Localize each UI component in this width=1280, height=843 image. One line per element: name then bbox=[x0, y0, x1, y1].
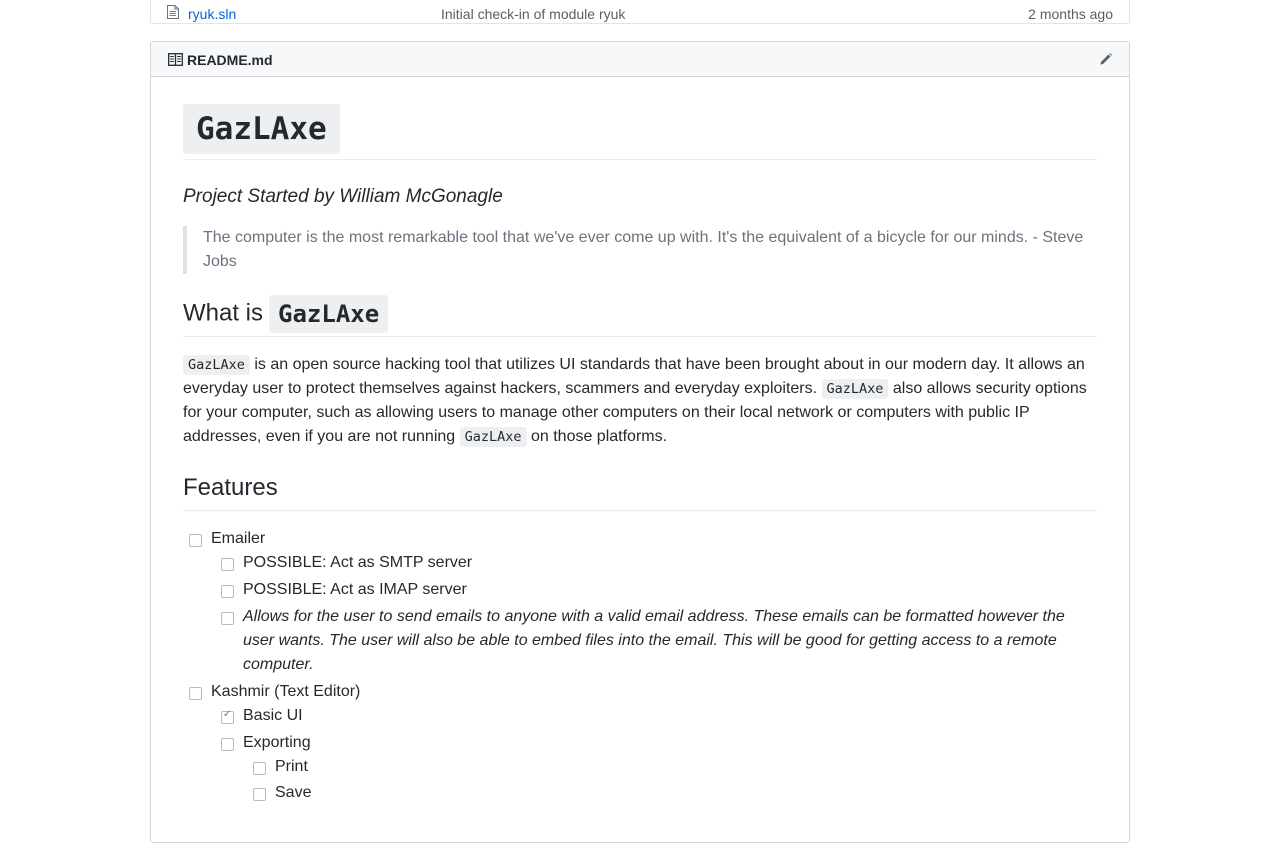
task-item-label: POSSIBLE: Act as SMTP server bbox=[243, 554, 473, 571]
what-is-heading-code: GazLAxe bbox=[269, 295, 389, 333]
inline-code: GazLAxe bbox=[821, 379, 889, 399]
file-list: ryuk.sln Initial check-in of module ryuk… bbox=[150, 0, 1130, 24]
description-text: on those platforms. bbox=[526, 428, 668, 445]
file-row[interactable]: ryuk.sln Initial check-in of module ryuk… bbox=[151, 0, 1129, 23]
task-item-label: POSSIBLE: Act as IMAP server bbox=[243, 581, 467, 598]
task-item-text: Allows for the user to send emails to an… bbox=[243, 608, 1065, 673]
blockquote: The computer is the most remarkable tool… bbox=[183, 226, 1097, 274]
file-name-link[interactable]: ryuk.sln bbox=[188, 6, 236, 22]
inline-code: GazLAxe bbox=[459, 427, 527, 447]
features-heading: Features bbox=[183, 474, 278, 501]
task-checkbox[interactable] bbox=[221, 738, 234, 751]
project-title: GazLAxe bbox=[183, 104, 340, 154]
task-checkbox[interactable] bbox=[221, 585, 234, 598]
h1-divider bbox=[183, 159, 1097, 160]
pencil-icon[interactable] bbox=[1099, 52, 1113, 66]
task-checkbox[interactable] bbox=[221, 612, 234, 625]
book-icon bbox=[168, 53, 183, 66]
task-checkbox[interactable] bbox=[253, 762, 266, 775]
features-divider bbox=[183, 510, 1097, 511]
description-paragraph: GazLAxe is an open source hacking tool t… bbox=[183, 353, 1097, 449]
inline-code: GazLAxe bbox=[183, 355, 250, 375]
task-item-label: Save bbox=[275, 784, 312, 801]
task-item-label: Allows for the user to send emails to an… bbox=[243, 605, 1083, 677]
commit-message-link[interactable]: Initial check-in of module ryuk bbox=[441, 6, 625, 22]
file-icon bbox=[167, 5, 179, 19]
readme-filename: README.md bbox=[187, 52, 273, 68]
what-is-heading-text: What is bbox=[183, 299, 264, 327]
what-is-heading: What is GazLAxe bbox=[183, 295, 389, 333]
commit-age: 2 months ago bbox=[1028, 6, 1113, 22]
task-checkbox[interactable] bbox=[253, 788, 266, 801]
task-checkbox-checked[interactable] bbox=[221, 709, 234, 724]
h2-divider bbox=[183, 336, 1097, 337]
task-checkbox[interactable] bbox=[221, 558, 234, 571]
task-checkbox[interactable] bbox=[189, 534, 202, 547]
task-item-label: Kashmir (Text Editor) bbox=[211, 683, 361, 700]
task-item-label: Print bbox=[275, 758, 308, 775]
task-item-label: Emailer bbox=[211, 530, 266, 547]
readme-header: README.md bbox=[151, 42, 1129, 77]
task-checkbox[interactable] bbox=[189, 687, 202, 700]
task-item-label: Exporting bbox=[243, 734, 311, 751]
task-item-label: Basic UI bbox=[243, 707, 303, 724]
readme-panel: README.md GazLAxe Project Started by Wil… bbox=[150, 41, 1130, 843]
project-subtitle: Project Started by William McGonagle bbox=[183, 186, 503, 207]
